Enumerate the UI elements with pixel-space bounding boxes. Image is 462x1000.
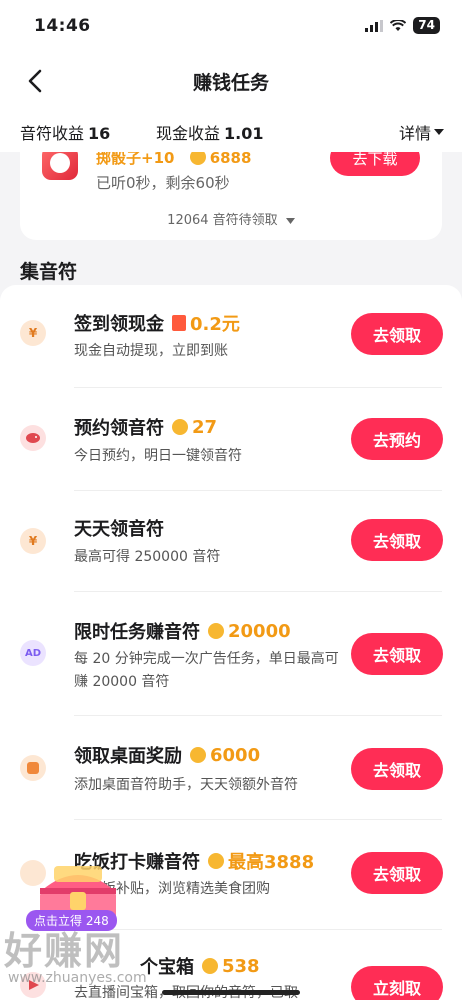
task-desc: 现金自动提现，立即到账	[74, 343, 228, 359]
note-coin-icon	[189, 152, 206, 165]
task-reward-value: 20000	[228, 620, 291, 642]
page-title: 赚钱任务	[192, 72, 269, 94]
claim-button[interactable]: 去领取	[351, 633, 443, 675]
task-title: 天天领音符	[74, 515, 164, 541]
section-title: 集音符	[20, 261, 78, 283]
pending-notes[interactable]: 12064 音符待领取	[20, 209, 442, 228]
pending-notes-text: 12064 音符待领取	[167, 213, 278, 228]
task-reward-value: 6000	[210, 744, 261, 766]
yen-coin-icon: ¥	[20, 320, 46, 346]
app-icon	[42, 152, 78, 180]
caret-down-icon	[285, 218, 295, 224]
note-coin-icon	[208, 853, 224, 869]
coin-reward: 6888	[189, 152, 252, 167]
task-reward: 6000	[190, 745, 260, 766]
task-item-checkin: ¥ 签到领现金 0.2元 现金自动提现，立即到账 去领取	[0, 285, 462, 388]
yen-coin-icon: ¥	[20, 528, 46, 554]
earnings-summary: 音符收益 16 现金收益 1.01 详情	[0, 108, 462, 152]
signal-icon	[365, 19, 384, 32]
task-reward: 最高3888	[208, 848, 314, 874]
reserve-button[interactable]: 去预约	[351, 418, 443, 460]
status-time: 14:46	[34, 16, 91, 36]
claim-button[interactable]: 去领取	[351, 748, 443, 790]
note-coin-icon	[172, 419, 188, 435]
task-item-reserve: 预约领音符 27 今日预约，明日一键领音符 去预约	[0, 388, 462, 491]
task-reward-value: 538	[222, 955, 260, 977]
listen-task-card: 掷骰子+10 6888 去下载 已听0秒，剩余60秒 12064 音符待领取	[20, 152, 442, 240]
task-title: 个宝箱 538	[140, 953, 260, 979]
task-title: 限时任务赚音符 20000	[74, 618, 291, 644]
task-reward: 0.2元	[172, 310, 240, 336]
dice-task-line: 掷骰子+10 6888	[96, 152, 251, 168]
task-title-text: 天天领音符	[74, 519, 164, 540]
status-bar: 14:46 74	[0, 0, 462, 54]
details-link[interactable]: 详情	[399, 120, 444, 144]
task-reward: 20000	[208, 621, 291, 642]
task-reward-value: 最高3888	[228, 852, 315, 873]
claim-button[interactable]: 去领取	[351, 313, 443, 355]
task-title-text: 预约领音符	[74, 418, 164, 439]
cash-earnings-value: 1.01	[224, 124, 264, 143]
task-title-text: 签到领现金	[74, 314, 164, 335]
coin-reward-value: 6888	[209, 152, 252, 167]
caret-down-icon	[434, 129, 444, 135]
dice-task-text: 掷骰子+10	[96, 152, 175, 167]
video-icon	[20, 972, 46, 998]
cash-earnings: 现金收益 1.01	[156, 120, 264, 144]
nav-bar: 赚钱任务	[0, 54, 462, 108]
task-desc: 添加桌面音符助手，天天领额外音符	[74, 777, 298, 793]
desktop-widget-icon	[20, 755, 46, 781]
note-coin-icon	[190, 747, 206, 763]
note-coin-icon	[208, 623, 224, 639]
task-title: 签到领现金 0.2元	[74, 310, 240, 336]
task-title-text: 个宝箱	[140, 957, 194, 978]
task-item-ad: AD 限时任务赚音符 20000 每 20 分钟完成一次广告任务，单日最高可赚 …	[0, 592, 462, 716]
ad-icon: AD	[20, 640, 46, 666]
listen-progress: 已听0秒，剩余60秒	[96, 174, 230, 192]
claim-button[interactable]: 去领取	[351, 852, 443, 894]
task-title: 预约领音符 27	[74, 414, 217, 440]
task-item-daily: ¥ 天天领音符 最高可得 250000 音符 去领取	[0, 491, 462, 592]
chest-reward-label[interactable]: 点击立得 248	[26, 910, 117, 931]
task-reward: 27	[172, 417, 217, 438]
task-title: 领取桌面奖励 6000	[74, 742, 260, 768]
battery-indicator: 74	[413, 17, 440, 34]
home-indicator	[162, 990, 300, 995]
task-reward: 538	[202, 956, 260, 977]
cash-earnings-label: 现金收益	[156, 124, 221, 143]
task-desc: 今日预约，明日一键领音符	[74, 448, 242, 464]
download-button[interactable]: 去下载	[330, 152, 420, 176]
task-reward-value: 0.2元	[190, 314, 240, 335]
notes-earnings-label: 音符收益	[20, 124, 85, 143]
claim-button[interactable]: 去领取	[351, 519, 443, 561]
task-desc: 每 20 分钟完成一次广告任务，单日最高可赚 20000 音符	[74, 651, 339, 690]
piggy-bank-icon	[20, 425, 46, 451]
notes-earnings: 音符收益 16	[20, 120, 110, 144]
red-envelope-icon	[172, 315, 186, 331]
wifi-icon	[390, 19, 407, 31]
details-label: 详情	[398, 124, 431, 143]
claim-now-button[interactable]: 立刻取	[351, 966, 443, 1000]
task-item-desktop: 领取桌面奖励 6000 添加桌面音符助手，天天领额外音符 去领取	[0, 716, 462, 820]
status-icons: 74	[365, 17, 440, 34]
task-desc: 最高可得 250000 音符	[74, 549, 221, 565]
task-title-text: 领取桌面奖励	[74, 746, 182, 767]
task-reward-value: 27	[192, 416, 218, 438]
notes-earnings-value: 16	[88, 124, 111, 143]
task-title-text: 限时任务赚音符	[74, 622, 200, 643]
note-coin-icon	[202, 958, 218, 974]
